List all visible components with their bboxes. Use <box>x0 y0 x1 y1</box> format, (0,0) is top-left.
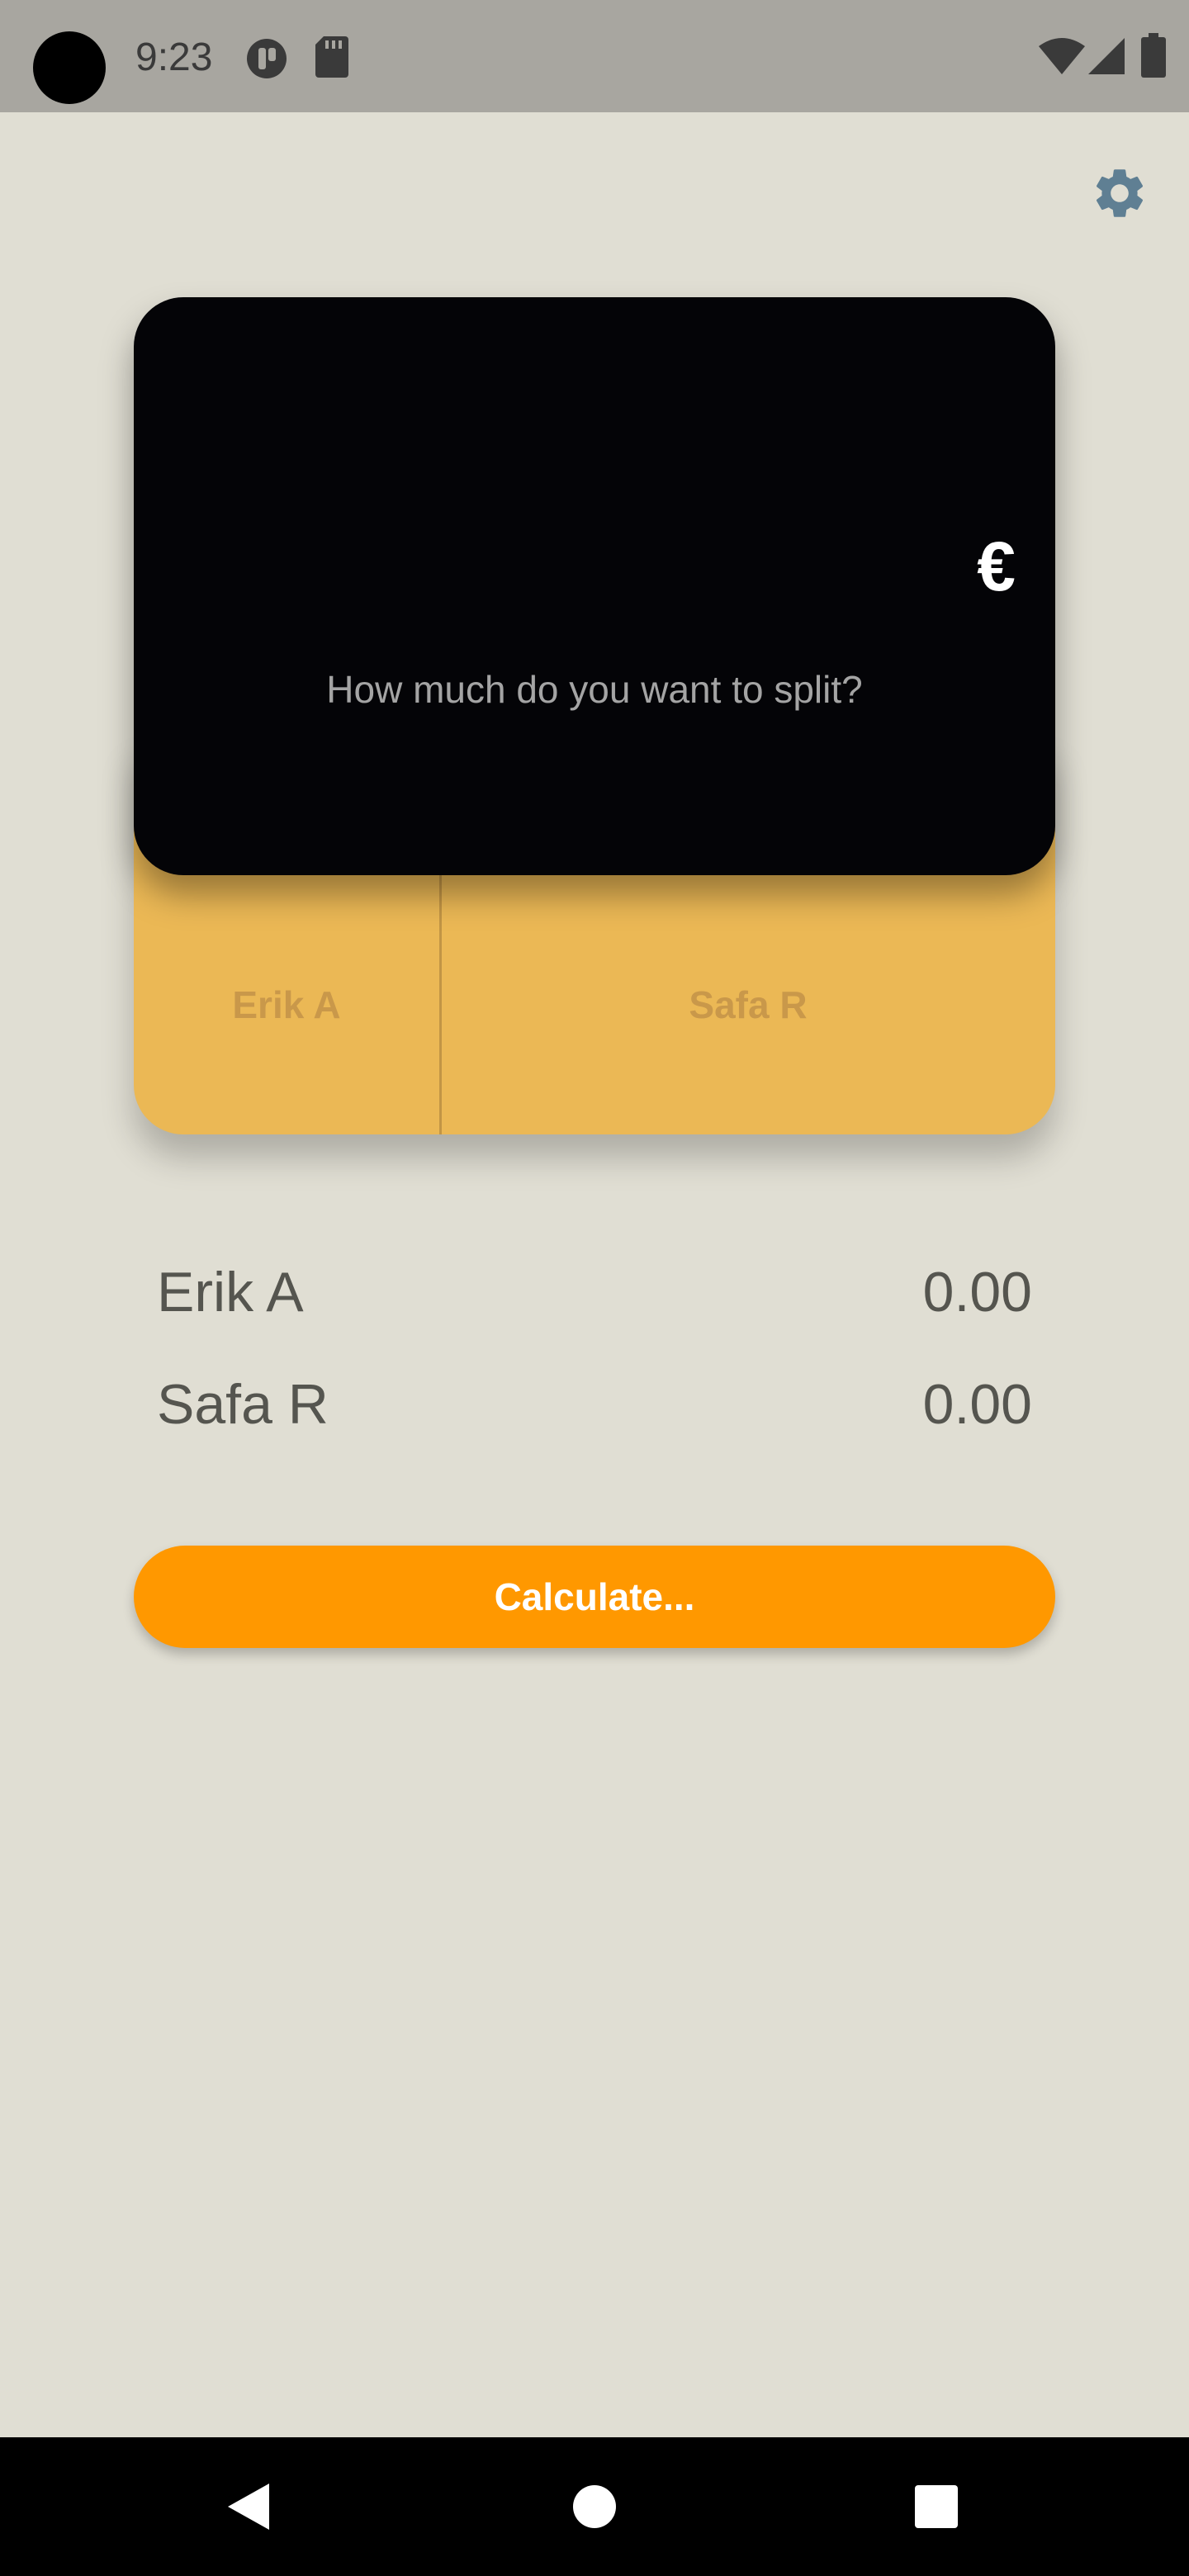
amount-input-card[interactable]: € How much do you want to split? <box>134 297 1055 875</box>
sd-card-icon <box>315 36 348 82</box>
wifi-icon <box>1039 38 1085 78</box>
recents-button[interactable] <box>870 2437 1002 2576</box>
settings-button[interactable] <box>1087 162 1153 228</box>
result-amount: 0.00 <box>922 1373 1032 1436</box>
result-row: Safa R 0.00 <box>157 1367 1032 1442</box>
split-part-label: Safa R <box>689 983 808 1026</box>
home-icon <box>573 2485 616 2528</box>
battery-icon <box>1141 33 1166 82</box>
cellular-signal-icon <box>1088 38 1125 78</box>
amount-input-placeholder[interactable]: How much do you want to split? <box>134 667 1055 712</box>
status-time: 9:23 <box>135 36 213 79</box>
euro-icon: € <box>977 528 1016 605</box>
back-icon <box>228 2484 269 2530</box>
split-part-safa[interactable]: Safa R <box>441 875 1055 1134</box>
result-amount: 0.00 <box>922 1261 1032 1324</box>
status-bar: 9:23 <box>0 0 1189 112</box>
calculate-button[interactable]: Calculate... <box>134 1546 1055 1648</box>
app-notification-icon <box>244 36 289 85</box>
result-name: Erik A <box>157 1261 304 1324</box>
navigation-bar <box>0 2437 1189 2576</box>
result-name: Safa R <box>157 1373 329 1436</box>
split-part-erik[interactable]: Erik A <box>134 875 439 1134</box>
camera-cutout <box>33 31 106 104</box>
result-row: Erik A 0.00 <box>157 1255 1032 1329</box>
split-part-label: Erik A <box>232 983 341 1026</box>
back-button[interactable] <box>182 2437 314 2576</box>
gear-icon <box>1090 163 1149 227</box>
home-button[interactable] <box>528 2437 661 2576</box>
recents-icon <box>915 2485 958 2528</box>
